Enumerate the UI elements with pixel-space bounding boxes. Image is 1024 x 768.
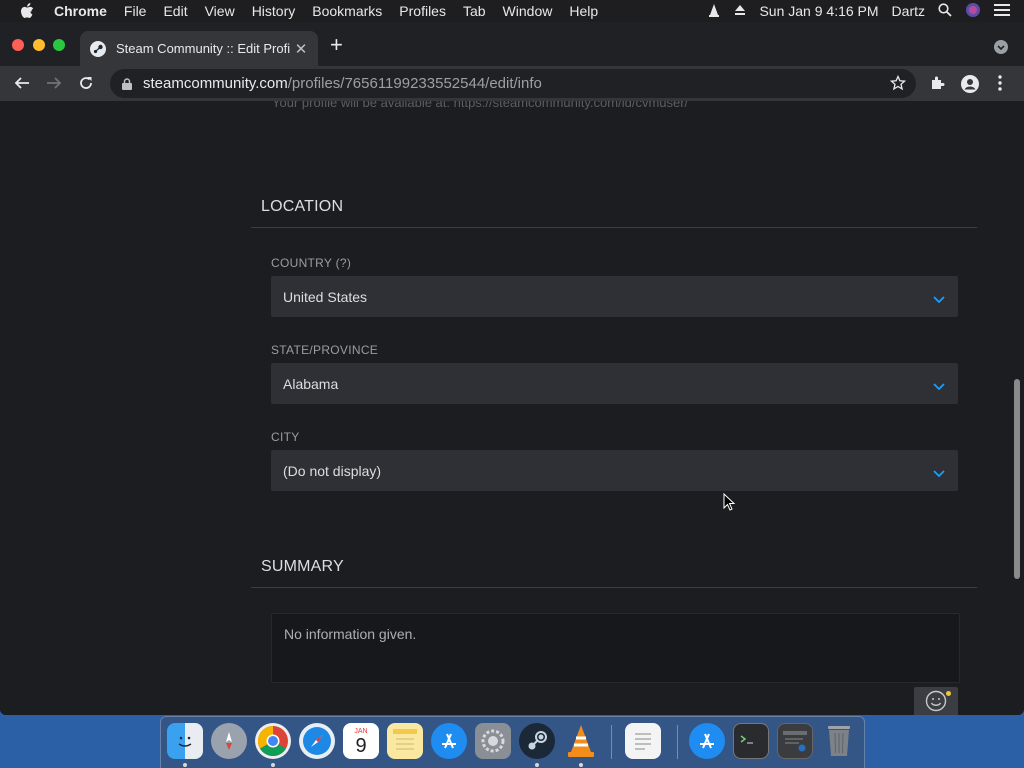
location-divider [251,227,977,228]
back-button[interactable] [11,72,33,94]
city-label: CITY [271,430,300,444]
steam-icon[interactable] [519,723,555,759]
new-tab-button[interactable]: + [330,34,343,56]
control-center-icon[interactable] [994,3,1010,19]
launchpad-icon[interactable] [211,723,247,759]
menu-window[interactable]: Window [503,3,553,19]
reload-button[interactable] [75,72,97,94]
profile-avatar-icon[interactable] [961,75,979,98]
finder-icon[interactable] [167,723,203,759]
profile-url-note: Your profile will be available at: https… [272,101,689,110]
menu-tab[interactable]: Tab [463,3,486,19]
menu-app-name[interactable]: Chrome [54,3,107,19]
menu-edit[interactable]: Edit [163,3,187,19]
close-window-button[interactable] [12,39,24,51]
menubar-user[interactable]: Dartz [892,3,925,19]
vlc-running-dot [579,763,583,767]
scrollbar-thumb[interactable] [1014,379,1020,579]
apple-menu-icon[interactable] [20,3,36,19]
address-bar[interactable]: steamcommunity.com/profiles/765611992335… [110,69,916,98]
steam-running-dot [535,763,539,767]
dock-separator [611,725,612,759]
summary-section-title: SUMMARY [261,558,344,575]
textedit-icon[interactable] [625,723,661,759]
menu-view[interactable]: View [205,3,235,19]
menu-bookmarks[interactable]: Bookmarks [312,3,382,19]
page-content: Your profile will be available at: https… [0,101,1010,715]
steam-favicon-icon [90,40,106,57]
smiley-icon [925,690,947,716]
eject-icon[interactable] [734,3,746,19]
state-select[interactable]: Alabama [271,363,958,404]
chrome-running-dot [271,763,275,767]
steam-window-icon[interactable] [777,723,813,759]
menu-help[interactable]: Help [569,3,598,19]
menu-profiles[interactable]: Profiles [399,3,446,19]
calendar-day: 9 [355,734,367,757]
dock-separator [677,725,678,759]
tab-steam-community[interactable]: Steam Community :: Edit Profil ✕ [80,31,318,66]
calendar-icon[interactable]: JAN 9 [343,723,379,759]
bookmark-star-icon[interactable] [889,74,907,95]
city-select[interactable]: (Do not display) [271,450,958,491]
page-scrollbar[interactable] [1010,101,1024,715]
macos-dock: JAN 9 [160,716,865,768]
notification-dot [946,691,951,696]
macos-menu-bar: Chrome File Edit View History Bookmarks … [0,0,1024,22]
tab-close-icon[interactable]: ✕ [290,40,312,58]
country-label: COUNTRY (?) [271,256,352,270]
summary-textarea[interactable]: No information given. [271,613,960,683]
chrome-window: Steam Community :: Edit Profil ✕ + steam… [0,22,1024,715]
lock-icon[interactable] [122,77,132,90]
finder-running-dot [183,763,187,767]
summary-text: No information given. [284,626,417,642]
country-select[interactable]: United States [271,276,958,317]
chrome-icon[interactable] [255,723,291,759]
tab-search-icon[interactable] [994,40,1008,54]
browser-toolbar: steamcommunity.com/profiles/765611992335… [0,66,1024,101]
app-store-icon[interactable] [431,723,467,759]
extensions-puzzle-icon[interactable] [930,75,946,96]
url-host: steamcommunity.com [143,75,288,92]
notes-icon[interactable] [387,723,423,759]
mouse-cursor-icon [723,492,736,516]
state-value: Alabama [283,375,339,392]
minimize-window-button[interactable] [33,39,45,51]
app-store-downloads-icon[interactable] [689,723,725,759]
trash-icon[interactable] [821,723,857,759]
state-label: STATE/PROVINCE [271,343,379,357]
vlc-status-icon[interactable] [707,3,721,20]
spotlight-icon[interactable] [938,2,952,20]
url-path: /profiles/76561199233552544/edit/info [287,75,542,92]
chevron-down-icon [933,465,945,481]
chevron-down-icon [933,291,945,307]
system-preferences-icon[interactable] [475,723,511,759]
zoom-window-button[interactable] [53,39,65,51]
chrome-menu-icon[interactable] [998,75,1002,96]
city-value: (Do not display) [283,462,382,479]
safari-icon[interactable] [299,723,335,759]
location-section-title: LOCATION [261,198,344,215]
menu-history[interactable]: History [252,3,296,19]
vlc-icon[interactable] [563,723,599,759]
country-value: United States [283,288,368,305]
chevron-down-icon [933,378,945,394]
tab-title: Steam Community :: Edit Profil [116,41,290,56]
menubar-clock[interactable]: Sun Jan 9 4:16 PM [759,3,878,19]
summary-divider [251,587,977,588]
forward-button[interactable] [43,72,65,94]
emoticon-picker-button[interactable] [914,687,958,715]
menu-file[interactable]: File [124,3,147,19]
siri-icon[interactable] [965,2,981,21]
tab-strip: Steam Community :: Edit Profil ✕ + [0,22,1024,66]
terminal-icon[interactable] [733,723,769,759]
